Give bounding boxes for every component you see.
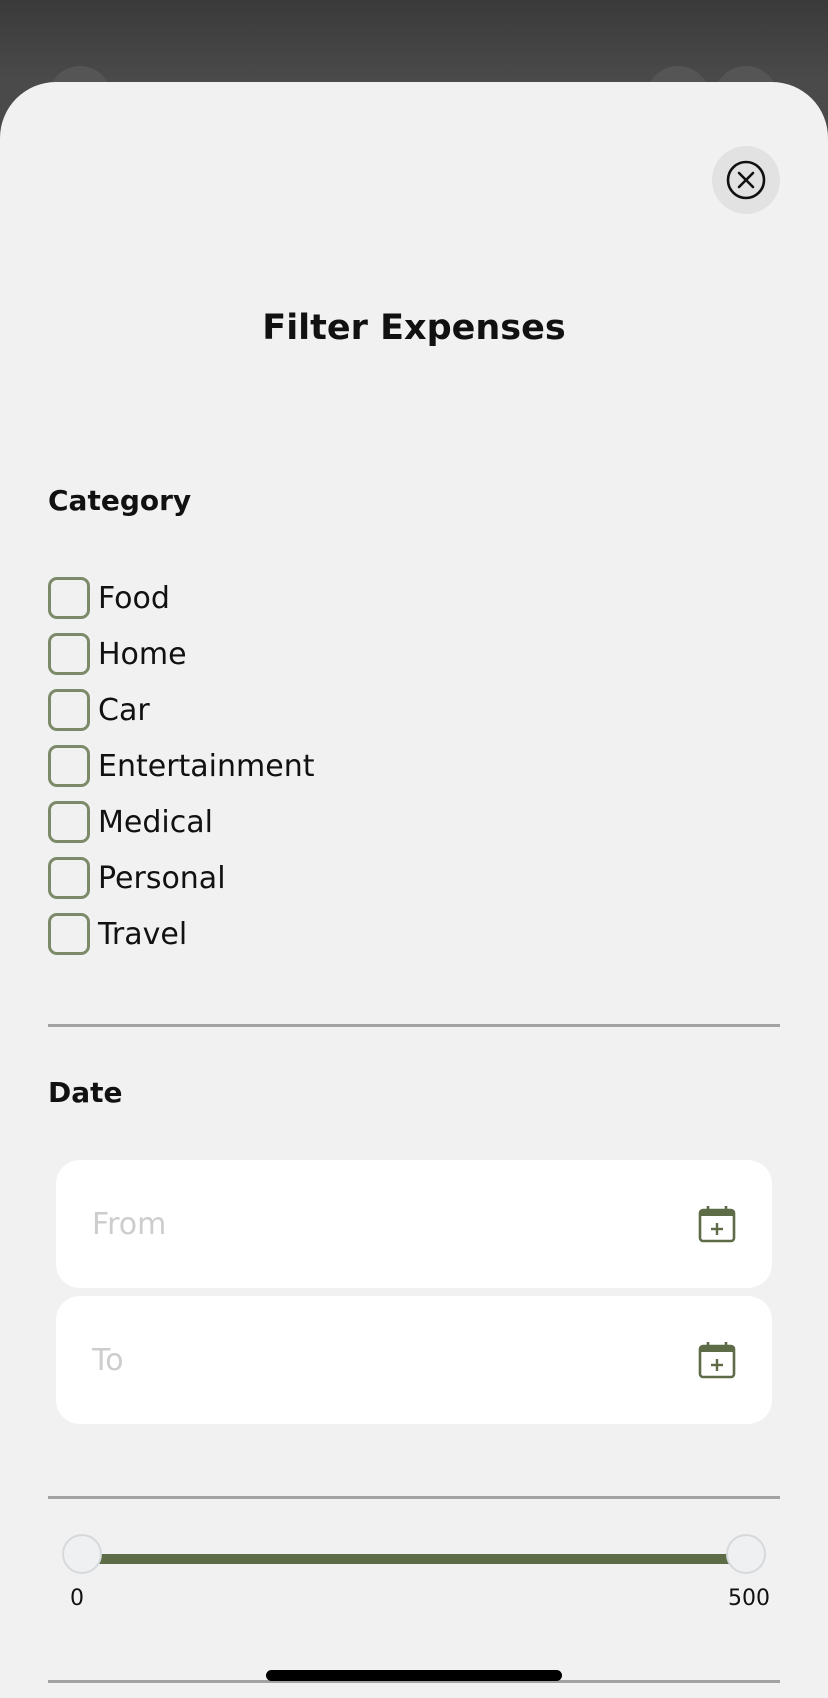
date-from-field[interactable]: From [56,1160,772,1288]
category-option-travel[interactable]: Travel [48,906,314,962]
date-heading: Date [48,1076,123,1109]
category-label: Home [98,636,187,672]
checkbox[interactable] [48,801,90,843]
category-option-medical[interactable]: Medical [48,794,314,850]
filter-sheet: Filter Expenses Category Food Home Car E… [0,82,828,1698]
category-list: Food Home Car Entertainment Medical Pers… [48,570,314,962]
home-indicator [266,1670,562,1681]
slider-max-handle[interactable] [726,1534,766,1574]
checkbox[interactable] [48,689,90,731]
slider-track [82,1554,746,1564]
checkbox[interactable] [48,913,90,955]
category-option-food[interactable]: Food [48,570,314,626]
date-to-placeholder: To [92,1342,124,1378]
date-from-placeholder: From [92,1206,167,1242]
page-title: Filter Expenses [262,308,566,348]
close-button[interactable] [712,146,780,214]
section-divider [48,1024,780,1027]
category-heading: Category [48,484,192,517]
category-option-home[interactable]: Home [48,626,314,682]
calendar-add-icon[interactable] [698,1341,736,1379]
category-label: Medical [98,804,213,840]
category-option-entertainment[interactable]: Entertainment [48,738,314,794]
range-min-label: 0 [70,1586,84,1611]
category-label: Car [98,692,150,728]
category-label: Food [98,580,170,616]
category-option-personal[interactable]: Personal [48,850,314,906]
range-max-label: 500 [728,1586,770,1611]
category-label: Personal [98,860,226,896]
section-divider [48,1496,780,1499]
checkbox[interactable] [48,745,90,787]
slider-min-handle[interactable] [62,1534,102,1574]
date-to-field[interactable]: To [56,1296,772,1424]
category-label: Entertainment [98,748,315,784]
close-circle-icon [726,160,766,200]
checkbox[interactable] [48,633,90,675]
category-option-car[interactable]: Car [48,682,314,738]
category-label: Travel [98,916,188,952]
amount-range-slider[interactable] [62,1534,766,1586]
checkbox[interactable] [48,857,90,899]
calendar-add-icon[interactable] [698,1205,736,1243]
checkbox[interactable] [48,577,90,619]
